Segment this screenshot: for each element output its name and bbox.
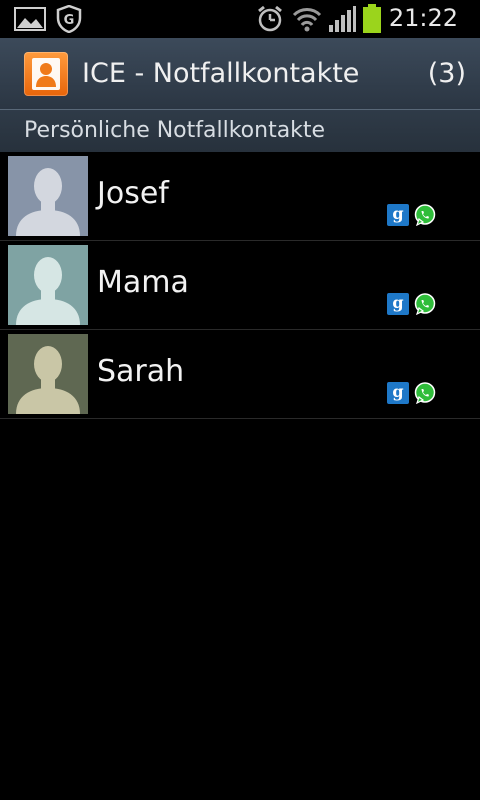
contact-name: Mama	[97, 265, 189, 300]
whatsapp-icon	[414, 382, 436, 404]
contact-name: Sarah	[97, 354, 185, 389]
avatar	[8, 245, 88, 325]
status-bar: G 21:22	[0, 0, 480, 38]
signal-icon	[329, 6, 356, 32]
contact-row-sarah[interactable]: Sarah g	[0, 330, 480, 419]
section-header: Persönliche Notfallkontakte	[0, 110, 480, 152]
alarm-icon	[258, 5, 282, 32]
contact-icon[interactable]	[24, 52, 68, 96]
action-bar: ICE - Notfallkontakte (3)	[0, 38, 480, 110]
wifi-icon	[292, 8, 322, 32]
whatsapp-icon	[414, 293, 436, 315]
shield-icon: G	[56, 5, 82, 33]
google-icon: g	[387, 293, 409, 315]
person-silhouette-icon	[8, 156, 88, 236]
page-title: ICE - Notfallkontakte	[82, 58, 360, 89]
svg-text:G: G	[64, 13, 75, 28]
gallery-icon	[14, 7, 46, 31]
contact-row-josef[interactable]: Josef g	[0, 152, 480, 241]
contact-list: Josef g Mama g Sarah g	[0, 152, 480, 419]
clock-time: 21:22	[388, 4, 458, 32]
section-title: Persönliche Notfallkontakte	[24, 118, 326, 143]
avatar	[8, 334, 88, 414]
avatar	[8, 156, 88, 236]
google-icon: g	[387, 204, 409, 226]
battery-icon	[363, 4, 381, 33]
contact-name: Josef	[97, 176, 169, 211]
whatsapp-icon	[414, 204, 436, 226]
contact-count: (3)	[427, 58, 466, 89]
person-silhouette-icon	[8, 245, 88, 325]
person-glyph-icon	[32, 58, 60, 90]
person-silhouette-icon	[8, 334, 88, 414]
contact-row-mama[interactable]: Mama g	[0, 241, 480, 330]
google-icon: g	[387, 382, 409, 404]
